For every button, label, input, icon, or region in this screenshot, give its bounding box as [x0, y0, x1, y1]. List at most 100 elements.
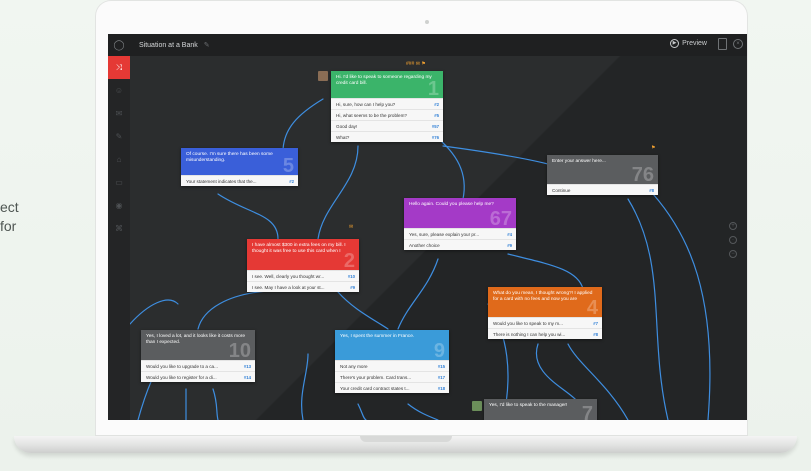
node-1-choice[interactable]: Hi, sure, how can I help you? #2 [331, 98, 443, 109]
edge-1-to-5 [282, 98, 324, 153]
pencil-icon[interactable]: ✎ [108, 125, 130, 148]
story-title[interactable]: Situation at a Bank [139, 42, 198, 49]
node-2-choice[interactable]: I see. May I have a look at your st... #9 [247, 281, 359, 292]
node-9-text: Yes, I spent the summer in France. [340, 334, 415, 339]
choice-link[interactable]: #9 [507, 243, 512, 248]
edit-title-pencil-icon[interactable]: ✎ [204, 41, 210, 49]
node-4-choice[interactable]: There is nothing I can help you wi... #8 [488, 328, 602, 339]
node-67-choice[interactable]: Yes, sure, please explain your pr... #4 [404, 228, 516, 239]
zoom-in-icon[interactable]: + [729, 222, 737, 230]
choice-link[interactable]: #76 [432, 135, 439, 140]
node-5-number: 5 [282, 155, 294, 175]
choice-link[interactable]: #57 [432, 124, 439, 129]
node-5[interactable]: Of course. I'm sure there has been some … [181, 148, 298, 186]
node-9-choice[interactable]: Not any more #15 [335, 360, 449, 371]
node-4-number: 4 [586, 297, 598, 317]
choice-label: Not any more [340, 363, 368, 369]
node-7[interactable]: Yes, I'd like to speak to the manager! 7 [484, 399, 597, 420]
node-2-choice[interactable]: I see. Well, clearly you thought wr... #1… [247, 270, 359, 281]
node-9-choice[interactable]: There's your problem. Card trans... #17 [335, 371, 449, 382]
edge-left-loop [129, 299, 179, 325]
node-2-header: I have almost $300 in extra fees on my b… [247, 239, 359, 270]
side-text: ect for [0, 198, 19, 236]
choice-label: There's your problem. Card trans... [340, 374, 412, 380]
node-4-choice[interactable]: Would you like to speak to my m... #7 [488, 317, 602, 328]
node-5-choice[interactable]: Your statement indicates that the... #2 [181, 175, 298, 186]
choice-link[interactable]: #4 [507, 232, 512, 237]
choice-label: Hi, sure, how can I help you? [336, 101, 396, 107]
node-67-text: Hello again. Could you please help me? [409, 202, 494, 207]
node-4[interactable]: What do you mean, I thought wrong?! I ap… [488, 287, 602, 339]
node-2-text: I have almost $300 in extra fees on my b… [252, 243, 346, 254]
side-text-line-2: for [0, 218, 17, 234]
choice-label: I see. Well, clearly you thought wr... [252, 273, 325, 279]
node-4-header: What do you mean, I thought wrong?! I ap… [488, 287, 602, 317]
node-67[interactable]: Hello again. Could you please help me? 6… [404, 198, 516, 250]
choice-label: I see. May I have a look at your st... [252, 284, 325, 290]
preview-button[interactable]: ▶ Preview [670, 39, 707, 48]
choice-label: What? [336, 134, 350, 140]
choice-link[interactable]: #14 [244, 375, 251, 380]
share-icon[interactable]: ⌘ [108, 217, 130, 240]
edge-1-to-67 [432, 133, 465, 200]
node-9[interactable]: Yes, I spent the summer in France. 9 Not… [335, 330, 449, 393]
choice-link[interactable]: #18 [438, 386, 445, 391]
node-2-badges: ✉ [349, 224, 354, 230]
edge-67-to-9 [397, 258, 439, 330]
choice-link[interactable]: #10 [348, 274, 355, 279]
app-logo-icon[interactable]: ◯ [108, 34, 130, 56]
node-5-header: Of course. I'm sure there has been some … [181, 148, 298, 175]
choice-link[interactable]: #17 [438, 375, 445, 380]
edge-9-down-b [407, 403, 439, 420]
shuffle-icon[interactable]: ⤨ [108, 56, 130, 79]
node-10-choice[interactable]: Would you like to register for a di... #1… [141, 371, 255, 382]
choice-link[interactable]: #8 [649, 188, 654, 193]
choice-link[interactable]: #8 [593, 332, 598, 337]
node-5-text: Of course. I'm sure there has been some … [186, 152, 273, 163]
choice-link[interactable]: #9 [350, 285, 355, 290]
close-icon[interactable]: × [733, 39, 743, 49]
edge-1-to-76 [442, 145, 549, 165]
laptop-notch [360, 436, 452, 442]
node-76-number: 76 [631, 164, 654, 184]
save-icon[interactable] [718, 38, 727, 50]
zoom-reset-icon[interactable]: · [729, 236, 737, 244]
node-2[interactable]: I have almost $300 in extra fees on my b… [247, 239, 359, 292]
edge-10-down-b [212, 388, 219, 420]
chat-icon[interactable]: ▭ [108, 171, 130, 194]
person-icon[interactable]: ☺ [108, 79, 130, 102]
node-7-header: Yes, I'd like to speak to the manager! 7 [484, 399, 597, 420]
choice-label: Good day! [336, 123, 358, 129]
node-1-choice[interactable]: Good day! #57 [331, 120, 443, 131]
pin-icon[interactable]: ◉ [108, 194, 130, 217]
node-9-choice[interactable]: Your credit card contract states t... #18 [335, 382, 449, 393]
zoom-out-icon[interactable]: − [729, 250, 737, 258]
choice-label: Your credit card contract states t... [340, 385, 410, 391]
node-67-choice[interactable]: Another choice #9 [404, 239, 516, 250]
node-1-choice[interactable]: What? #76 [331, 131, 443, 142]
choice-link[interactable]: #15 [438, 364, 445, 369]
laptop-camera [425, 20, 429, 24]
node-76[interactable]: Enter your answer here... 76 Continue #8 [547, 155, 658, 195]
node-1[interactable]: Hi. I'd like to speak to someone regardi… [331, 71, 443, 142]
choice-link[interactable]: #13 [244, 364, 251, 369]
tag-icon[interactable]: ⌂ [108, 148, 130, 171]
node-1-text: Hi. I'd like to speak to someone regardi… [336, 75, 432, 86]
choice-link[interactable]: #7 [593, 321, 598, 326]
edge-5-to-2 [217, 193, 279, 240]
choice-link[interactable]: #2 [289, 179, 294, 184]
choice-link[interactable]: #5 [434, 113, 439, 118]
avatar [472, 401, 482, 411]
choice-link[interactable]: #2 [434, 102, 439, 107]
node-1-header: Hi. I'd like to speak to someone regardi… [331, 71, 443, 98]
node-9-header: Yes, I spent the summer in France. 9 [335, 330, 449, 360]
choice-label: Would you like to register for a di... [146, 374, 217, 380]
node-10[interactable]: Yes, I loved a lot, and it looks like it… [141, 330, 255, 382]
node-10-choice[interactable]: Would you like to upgrade to a ca... #13 [141, 360, 255, 371]
node-76-choice[interactable]: Continue #8 [547, 184, 658, 195]
mail-icon[interactable]: ✉ [108, 102, 130, 125]
top-bar: ◯ Situation at a Bank ✎ ▶ Preview × [108, 34, 747, 56]
node-4-text: What do you mean, I thought wrong?! I ap… [493, 291, 593, 302]
side-text-line-1: ect [0, 199, 19, 215]
node-1-choice[interactable]: Hi, what seems to be the problem? #5 [331, 109, 443, 120]
